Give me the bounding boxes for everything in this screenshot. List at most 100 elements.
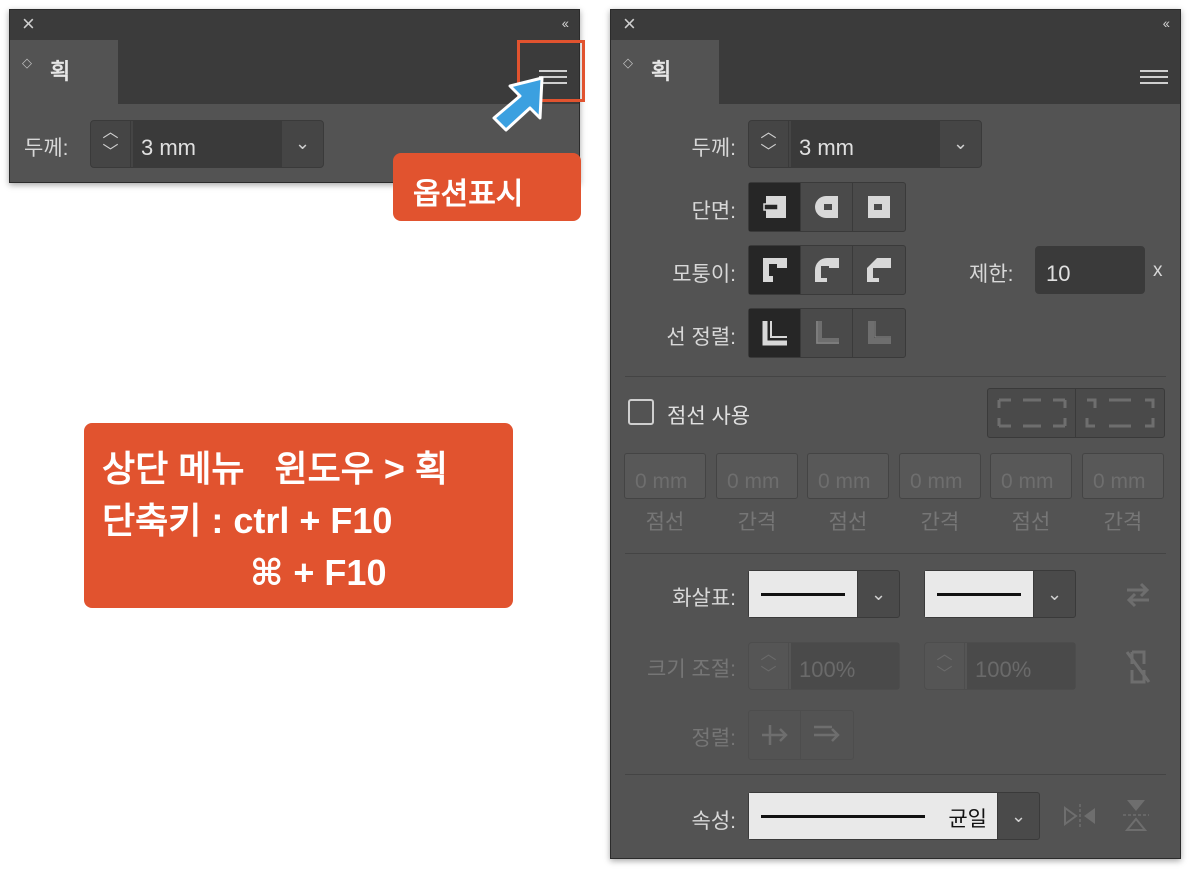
miter-join-icon — [762, 258, 787, 282]
dash-field-4[interactable]: 0 mm — [899, 453, 981, 499]
panel-titlebar: × ‹‹ — [10, 10, 579, 40]
thickness-field[interactable]: ︿ ﹀ 3 mm ⌄ — [748, 120, 982, 168]
start-arrowhead-swatch — [749, 571, 857, 617]
chevron-down-icon[interactable]: ⌄ — [857, 571, 899, 617]
thickness-field[interactable]: ︿ ﹀ 3 mm ⌄ — [90, 120, 324, 168]
flip-vertical-icon[interactable] — [1121, 798, 1151, 832]
thickness-value[interactable]: 3 mm — [133, 121, 281, 167]
arrow-tip-beyond-icon — [761, 725, 788, 745]
tab-stroke[interactable]: ◇ 획 — [10, 40, 118, 104]
swap-arrowheads-icon[interactable] — [1123, 582, 1153, 608]
bevel-join-button[interactable] — [853, 246, 905, 294]
round-join-button[interactable] — [801, 246, 853, 294]
arrow-tip-end-button[interactable] — [801, 711, 853, 759]
options-callout: 옵션표시 — [393, 153, 581, 221]
dash-exact-icon — [997, 398, 1066, 428]
miter-join-button[interactable] — [749, 246, 801, 294]
align-center-button[interactable] — [749, 309, 801, 357]
arrowhead-label: 화살표: — [672, 587, 736, 610]
panel-tabbar: ◇ 획 — [611, 40, 1180, 104]
thickness-stepper[interactable]: ︿ ﹀ — [91, 121, 131, 167]
pointer-icon — [492, 76, 544, 132]
dash-align-buttons — [987, 388, 1165, 438]
dash-field-6[interactable]: 0 mm — [1082, 453, 1164, 499]
chevron-down-icon[interactable]: ⌄ — [281, 121, 323, 167]
align-stroke-buttons — [748, 308, 906, 358]
end-scale-stepper[interactable]: ︿ ﹀ — [925, 643, 965, 689]
dash-field-label-1: 점선 — [645, 511, 685, 534]
scale-label: 크기 조절: — [647, 658, 736, 681]
collapse-icon[interactable]: ‹‹ — [1163, 15, 1170, 31]
thickness-stepper[interactable]: ︿ ﹀ — [749, 121, 789, 167]
menu-path-text: 상단 메뉴 윈도우 > 획 — [102, 448, 448, 489]
start-scale-value[interactable]: 100% — [791, 643, 899, 689]
link-scale-icon[interactable] — [1123, 648, 1153, 686]
round-cap-icon — [814, 196, 838, 218]
updown-icon: ◇ — [22, 55, 32, 70]
divider — [625, 553, 1166, 554]
dash-adjust-icon — [1085, 398, 1155, 428]
align-inside-button[interactable] — [801, 309, 853, 357]
start-scale-field[interactable]: ︿ ﹀ 100% — [748, 642, 900, 690]
chevron-down-icon[interactable]: ⌄ — [997, 793, 1039, 839]
end-scale-field[interactable]: ︿ ﹀ 100% — [924, 642, 1076, 690]
corner-buttons — [748, 245, 906, 295]
round-join-icon — [814, 258, 839, 282]
profile-value: 균일 — [948, 808, 987, 831]
round-cap-button[interactable] — [801, 183, 853, 231]
updown-icon: ◇ — [623, 55, 633, 70]
projecting-cap-button[interactable] — [853, 183, 905, 231]
arrow-align-buttons — [748, 710, 854, 760]
close-icon[interactable]: × — [22, 13, 35, 35]
divider — [625, 376, 1166, 377]
align-outside-icon — [868, 321, 891, 344]
dash-field-2[interactable]: 0 mm — [716, 453, 798, 499]
limit-field[interactable]: 10 — [1035, 246, 1145, 294]
projecting-cap-icon — [868, 196, 890, 218]
dashed-line-checkbox[interactable] — [628, 399, 654, 425]
collapse-icon[interactable]: ‹‹ — [562, 15, 569, 31]
shortcut-mac-text: ⌘ + F10 — [250, 552, 387, 593]
dash-field-3[interactable]: 0 mm — [807, 453, 889, 499]
end-scale-value[interactable]: 100% — [967, 643, 1075, 689]
panel-titlebar: × ‹‹ — [611, 10, 1180, 40]
align-center-icon — [762, 321, 787, 346]
align-stroke-label: 선 정렬: — [666, 326, 736, 349]
chevron-down-icon[interactable]: ⌄ — [939, 121, 981, 167]
options-callout-text: 옵션표시 — [413, 178, 524, 211]
menu-shortcut-callout: 상단 메뉴 윈도우 > 획 단축키 : ctrl + F10 ⌘ + F10 — [84, 423, 513, 608]
chevron-down-icon[interactable]: ⌄ — [1033, 571, 1075, 617]
profile-swatch: 균일 — [749, 793, 997, 839]
arrow-tip-beyond-button[interactable] — [749, 711, 801, 759]
dash-adjust-button[interactable] — [1076, 389, 1164, 437]
thickness-value[interactable]: 3 mm — [791, 121, 939, 167]
start-arrowhead-select[interactable]: ⌄ — [748, 570, 900, 618]
dash-field-label-4: 간격 — [920, 511, 960, 534]
thickness-label: 두께: — [691, 137, 736, 160]
tab-stroke-label: 획 — [651, 59, 672, 84]
cap-label: 단면: — [691, 200, 736, 223]
bevel-join-icon — [867, 258, 891, 282]
divider — [625, 774, 1166, 775]
thickness-label: 두께: — [24, 137, 69, 160]
limit-value[interactable]: 10 — [1046, 261, 1070, 287]
dash-field-label-6: 간격 — [1103, 511, 1143, 534]
align-outside-button[interactable] — [853, 309, 905, 357]
butt-cap-icon — [762, 196, 786, 218]
end-arrowhead-select[interactable]: ⌄ — [924, 570, 1076, 618]
close-icon[interactable]: × — [623, 13, 636, 35]
panel-menu-icon[interactable] — [1140, 66, 1168, 86]
butt-cap-button[interactable] — [749, 183, 801, 231]
limit-label: 제한: — [969, 263, 1014, 286]
corner-label: 모퉁이: — [672, 263, 736, 286]
dash-field-5[interactable]: 0 mm — [990, 453, 1072, 499]
tab-stroke[interactable]: ◇ 획 — [611, 40, 719, 104]
shortcut-win-text: 단축키 : ctrl + F10 — [102, 500, 393, 541]
start-scale-stepper[interactable]: ︿ ﹀ — [749, 643, 789, 689]
end-arrowhead-swatch — [925, 571, 1033, 617]
dash-exact-button[interactable] — [988, 389, 1076, 437]
flip-horizontal-icon[interactable] — [1063, 802, 1097, 830]
profile-label: 속성: — [691, 810, 736, 833]
profile-select[interactable]: 균일 ⌄ — [748, 792, 1040, 840]
dash-field-1[interactable]: 0 mm — [624, 453, 706, 499]
